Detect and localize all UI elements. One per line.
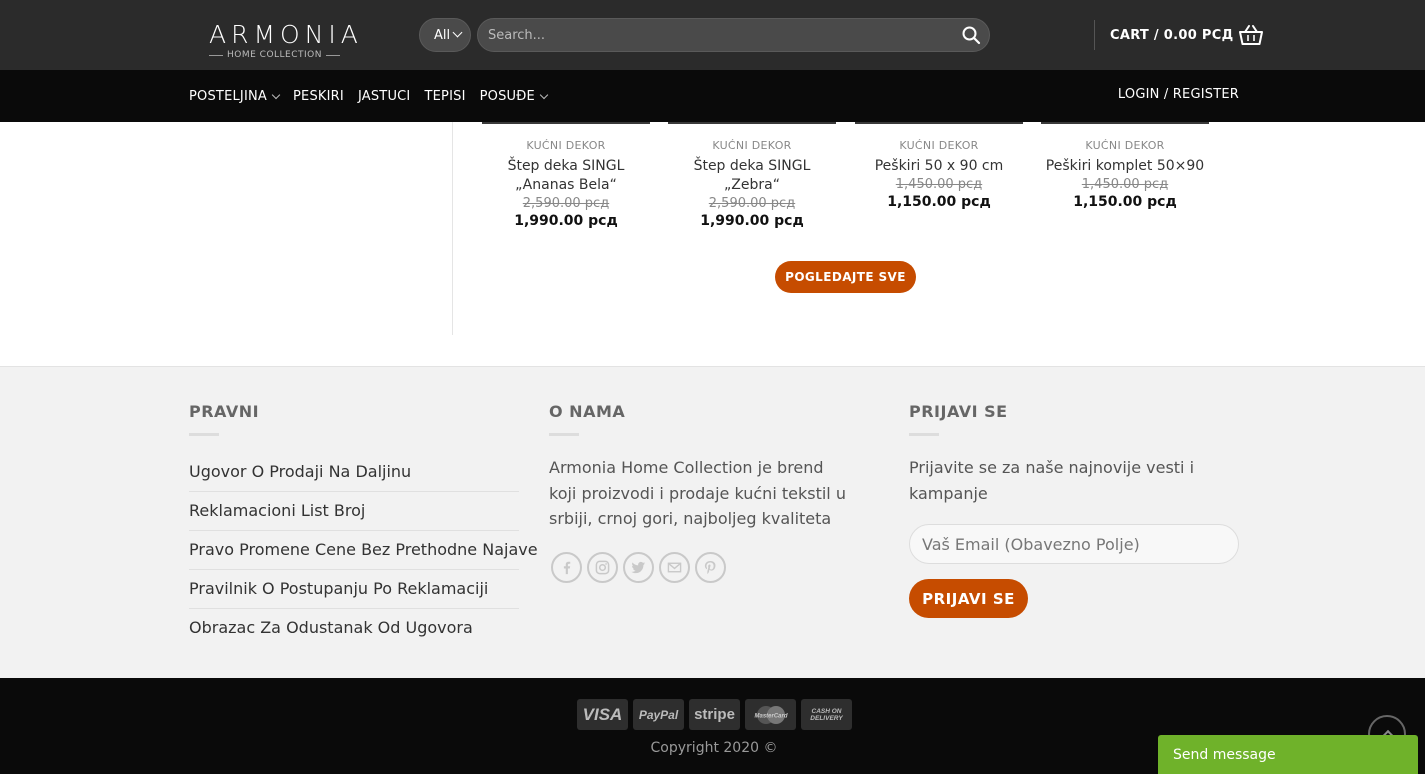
login-register-link[interactable]: LOGIN / REGISTER [1118,87,1239,102]
product-old-price: 1,450.00 рсд [895,177,983,192]
legal-link[interactable]: Ugovor O Prodaji Na Daljinu [189,453,519,492]
product-name[interactable]: Peškiri 50 x 90 cm [855,157,1023,176]
category-select[interactable]: All [419,18,471,52]
chevron-down-icon [539,90,549,99]
logo[interactable]: ARMONIA HOME COLLECTION [209,22,369,62]
pinterest-icon[interactable] [695,552,726,583]
product-name[interactable]: Štep deka SINGL „Zebra“ [668,157,836,195]
facebook-icon[interactable] [551,552,582,583]
cart-button[interactable]: CART / 0.00 РСД [1110,23,1264,47]
product-old-price: 1,450.00 рсд [1081,177,1169,192]
newsletter-title: PRIJAVI SE [909,402,1008,436]
instagram-icon[interactable] [587,552,618,583]
nav-item-jastuci[interactable]: JASTUCI [358,89,411,104]
nav-item-peskiri[interactable]: PESKIRI [293,89,344,104]
sidebar-divider [452,122,453,335]
header-divider [1094,20,1095,50]
product-price: 1,150.00 рсд [887,194,991,210]
newsletter-text: Prijavite se za naše najnovije vesti i k… [909,458,1195,503]
product-old-price: 2,590.00 рсд [708,196,796,211]
newsletter-subscribe-button[interactable]: PRIJAVI SE [909,579,1028,618]
logo-sub-text: HOME COLLECTION [209,50,369,60]
product-category: KUĆNI DEKOR [899,139,979,152]
product-price: 1,150.00 рсд [1073,194,1177,210]
product-old-price: 2,590.00 рсд [522,196,610,211]
legal-link[interactable]: Pravilnik O Postupanju Po Reklamaciji [189,570,519,609]
search-input[interactable] [478,19,948,51]
search-icon[interactable] [961,25,981,45]
category-select-value: All [434,27,451,43]
cart-label: CART / 0.00 РСД [1110,27,1234,43]
top-header: ARMONIA HOME COLLECTION All CART / 0.00 … [0,0,1425,70]
send-message-button[interactable]: Send message [1158,735,1418,774]
product-image[interactable] [482,122,650,124]
nav-item-label: TEPISI [424,88,466,104]
legal-link[interactable]: Obrazac Za Odustanak Od Ugovora [189,609,519,647]
about-title: O NAMA [549,402,626,436]
product-card[interactable]: KUĆNI DEKOR Peškiri komplet 50×90 1,450.… [1041,122,1209,211]
newsletter-email-input[interactable] [909,524,1239,564]
nav-menu: POSTELJINA PESKIRI JASTUCI TEPISI POSUĐE [189,70,549,122]
product-price: 1,990.00 рсд [514,213,618,229]
nav-item-tepisi[interactable]: TEPISI [424,89,465,104]
product-name[interactable]: Štep deka SINGL „Ananas Bela“ [482,157,650,195]
email-icon[interactable] [659,552,690,583]
social-links [551,552,726,583]
nav-item-posude[interactable]: POSUĐE [479,88,549,104]
view-all-button[interactable]: POGLEDAJTE SVE [775,261,916,293]
product-category: KUĆNI DEKOR [1085,139,1165,152]
paypal-icon: PayPal [633,699,684,730]
payment-icons: VISA PayPal stripe MasterCard CASH ON DE… [577,699,852,730]
product-image[interactable] [855,122,1023,124]
about-text: Armonia Home Collection je brend koji pr… [549,458,846,528]
basket-icon [1239,25,1264,45]
chevron-down-icon [271,90,281,99]
product-image[interactable] [1041,122,1209,124]
chevron-down-icon [452,27,463,38]
legal-title: PRAVNI [189,402,260,436]
product-name[interactable]: Peškiri komplet 50×90 [1041,157,1209,176]
nav-item-posteljina[interactable]: POSTELJINA [189,88,281,104]
legal-link[interactable]: Pravo Promene Cene Bez Prethodne Najave [189,531,538,570]
nav-item-label: POSTELJINA [189,88,268,104]
nav-item-label: POSUĐE [479,88,535,104]
product-price: 1,990.00 рсд [700,213,804,229]
nav-item-label: JASTUCI [357,88,411,104]
product-card[interactable]: KUĆNI DEKOR Peškiri 50 x 90 cm 1,450.00 … [855,122,1023,211]
mastercard-icon: MasterCard [745,699,796,730]
search-box [477,18,990,52]
visa-icon: VISA [577,699,628,730]
product-card[interactable]: KUĆNI DEKOR Štep deka SINGL „Zebra“ 2,59… [668,122,836,230]
legal-link[interactable]: Reklamacioni List Broj [189,492,519,531]
product-category: KUĆNI DEKOR [712,139,792,152]
footer: PRAVNI Ugovor O Prodaji Na Daljinu Rekla… [0,366,1425,678]
logo-main-text: ARMONIA [209,20,363,49]
stripe-icon: stripe [689,699,740,730]
svg-text:MasterCard: MasterCard [754,713,787,719]
nav-item-label: PESKIRI [293,88,344,104]
legal-links: Ugovor O Prodaji Na Daljinu Reklamacioni… [189,453,538,647]
product-card[interactable]: KUĆNI DEKOR Štep deka SINGL „Ananas Bela… [482,122,650,230]
product-image[interactable] [668,122,836,124]
product-category: KUĆNI DEKOR [526,139,606,152]
main-nav: POSTELJINA PESKIRI JASTUCI TEPISI POSUĐE… [0,70,1425,122]
twitter-icon[interactable] [623,552,654,583]
cash-on-delivery-icon: CASH ON DELIVERY [801,699,852,730]
